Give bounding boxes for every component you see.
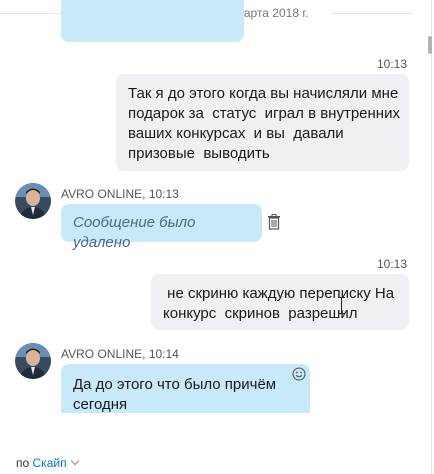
avatar[interactable] <box>15 343 51 379</box>
message-sender-line: AVRO ONLINE, 10:13 <box>61 187 179 201</box>
message-sender-line: AVRO ONLINE, 10:14 <box>61 347 179 361</box>
message-time: 10:14 <box>148 347 179 361</box>
footer-prefix: по <box>16 456 30 470</box>
avatar-image <box>15 343 51 379</box>
scrollbar-rail <box>431 0 432 474</box>
sender-name[interactable]: AVRO ONLINE <box>61 187 142 201</box>
skype-link[interactable]: Скайп <box>33 456 67 470</box>
message-line: сегодня <box>73 396 128 413</box>
chevron-down-icon[interactable] <box>70 456 79 466</box>
deleted-message-text: Сообщение было удалено <box>73 214 196 251</box>
incoming-message-bubble[interactable]: Сообщение было удалено <box>61 204 262 251</box>
message-line: не скриню каждую переписку На <box>163 285 395 302</box>
message-line: конкурс скринов разрешил <box>163 305 358 322</box>
previous-message-bubble[interactable] <box>61 0 244 42</box>
message-line: ваших конкурсах и вы давали <box>128 125 344 142</box>
message-line: Так я до этого когда вы начисляли мне <box>128 85 399 102</box>
trash-icon[interactable] <box>267 214 281 230</box>
incoming-message-bubble[interactable]: Да до этого что было причём сегодня <box>61 364 310 413</box>
emoji-icon[interactable] <box>292 367 306 381</box>
avatar[interactable] <box>15 183 51 219</box>
sender-time-separator: , <box>142 347 149 361</box>
outgoing-message-bubble[interactable]: не скриню каждую переписку На конкурс ск… <box>151 274 409 330</box>
scrollbar-thumb[interactable] <box>428 36 432 54</box>
message-line: призовые выводить <box>128 145 270 162</box>
sender-name[interactable]: AVRO ONLINE <box>61 347 142 361</box>
footer: по Скайп <box>16 456 79 470</box>
message-time: 10:13 <box>148 187 179 201</box>
sender-time-separator: , <box>142 187 149 201</box>
text-cursor <box>338 297 345 314</box>
message-time: 10:13 <box>377 57 408 71</box>
message-line: Да до этого что было причём <box>73 376 277 393</box>
outgoing-message-bubble[interactable]: Так я до этого когда вы начисляли мне по… <box>116 74 409 171</box>
message-line: подарок за статус играл в внутренних <box>128 105 400 122</box>
avatar-image <box>15 183 51 219</box>
message-time: 10:13 <box>377 257 408 271</box>
